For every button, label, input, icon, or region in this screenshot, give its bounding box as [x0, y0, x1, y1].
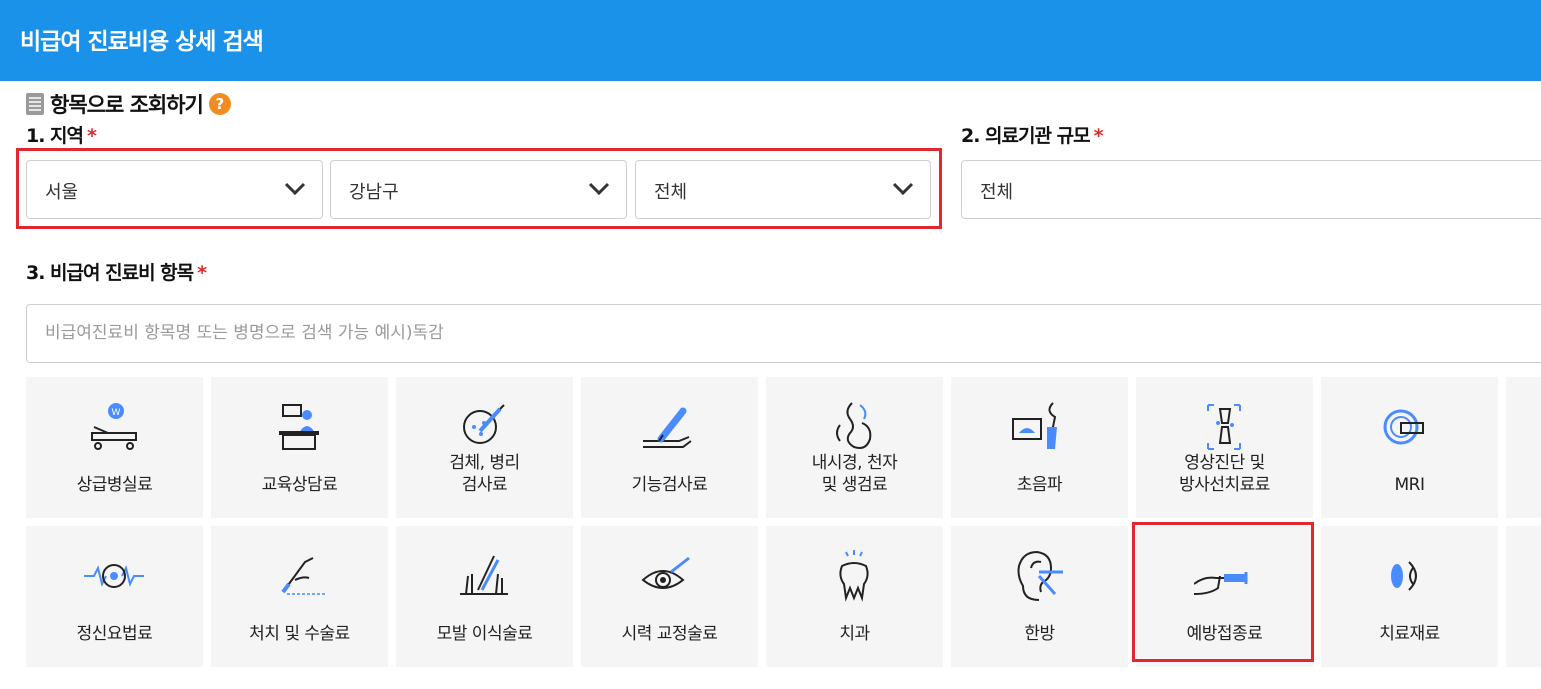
category-tile-partial[interactable]: [1506, 377, 1541, 518]
endoscope-icon: [836, 402, 872, 449]
category-label: 시력 교정술료: [621, 624, 718, 644]
mri-scanner-icon: [1383, 409, 1424, 445]
category-tile-ultrasound[interactable]: 초음파: [951, 377, 1128, 518]
region-label-text: 1. 지역: [26, 125, 84, 147]
thermometer-arm-icon: [643, 407, 692, 448]
ear-acupuncture-icon: [1017, 550, 1063, 601]
category-label: 상급병실료: [76, 475, 153, 495]
category-tile-counseling[interactable]: 교육상담료: [211, 377, 388, 518]
category-label: 처치 및 수술료: [249, 624, 350, 644]
highlight-box: [1132, 522, 1314, 662]
document-icon: [26, 93, 44, 115]
category-label: 한방: [1024, 624, 1055, 644]
item-search-field[interactable]: [26, 304, 1541, 363]
section-heading: 항목으로 조회하기 ?: [26, 90, 231, 118]
page-title: 비급여 진료비용 상세 검색: [20, 29, 264, 55]
category-label: 모발 이식술료: [436, 624, 533, 644]
eye-lens-icon: [1391, 561, 1417, 591]
category-tile-oriental-medicine[interactable]: 한방: [951, 526, 1128, 667]
category-tile-function-test[interactable]: 기능검사료: [581, 377, 758, 518]
institution-label-text: 2. 의료기관 규모: [961, 125, 1091, 147]
hospital-bed-icon: W: [91, 403, 137, 450]
svg-text:W: W: [112, 408, 121, 418]
category-label: 검체, 병리 검사료: [449, 453, 520, 495]
category-label: 치과: [839, 624, 870, 644]
category-tile-partial[interactable]: [1506, 526, 1541, 667]
category-label: 치료재료: [1379, 624, 1440, 644]
category-tile-private-room[interactable]: W 상급병실료: [26, 377, 203, 518]
help-icon[interactable]: ?: [208, 93, 231, 115]
category-label: 초음파: [1016, 475, 1063, 495]
category-tile-surgery[interactable]: 처치 및 수술료: [211, 526, 388, 667]
region-label: 1. 지역 *: [26, 121, 97, 148]
counseling-icon: [279, 404, 319, 450]
category-label: 기능검사료: [631, 475, 708, 495]
ultrasound-icon: [1012, 402, 1057, 449]
category-label: MRI: [1394, 475, 1426, 495]
required-mark: *: [87, 125, 97, 147]
institution-size-select[interactable]: 전체: [961, 160, 1541, 219]
category-label: 교육상담료: [261, 475, 338, 495]
category-label: 영상진단 및 방사선치료료: [1179, 453, 1270, 495]
institution-size-value: 전체: [980, 182, 1014, 203]
category-tile-dental[interactable]: 치과: [766, 526, 943, 667]
hair-transplant-icon: [460, 555, 508, 595]
required-mark: *: [197, 262, 207, 284]
category-tile-vision-correction[interactable]: 시력 교정술료: [581, 526, 758, 667]
institution-label: 2. 의료기관 규모 *: [961, 121, 1103, 148]
category-label: 정신요법료: [76, 624, 153, 644]
highlight-box: [16, 148, 942, 229]
section-title: 항목으로 조회하기: [50, 93, 204, 117]
category-tile-specimen[interactable]: 검체, 병리 검사료: [396, 377, 573, 518]
specimen-dish-icon: [463, 404, 505, 444]
category-tile-mri[interactable]: MRI: [1321, 377, 1498, 518]
category-tile-imaging[interactable]: 영상진단 및 방사선치료료: [1136, 377, 1313, 518]
page-header: 비급여 진료비용 상세 검색: [0, 0, 1541, 81]
xray-joint-icon: [1207, 404, 1241, 450]
category-tile-endoscopy[interactable]: 내시경, 천자 및 생검료: [766, 377, 943, 518]
category-tile-hair-transplant[interactable]: 모발 이식술료: [396, 526, 573, 667]
item-label: 3. 비급여 진료비 항목 *: [26, 258, 207, 285]
brain-wave-icon: [84, 564, 144, 588]
item-label-text: 3. 비급여 진료비 항목: [26, 262, 194, 284]
category-tile-psychotherapy[interactable]: 정신요법료: [26, 526, 203, 667]
required-mark: *: [1093, 125, 1104, 147]
category-label: 내시경, 천자 및 생검료: [811, 453, 898, 495]
item-search-input[interactable]: [43, 322, 947, 344]
tooth-icon: [839, 550, 869, 602]
eye-laser-icon: [641, 556, 690, 589]
scalpel-hand-icon: [281, 557, 325, 595]
category-tile-treatment-material[interactable]: 치료재료: [1321, 526, 1498, 667]
